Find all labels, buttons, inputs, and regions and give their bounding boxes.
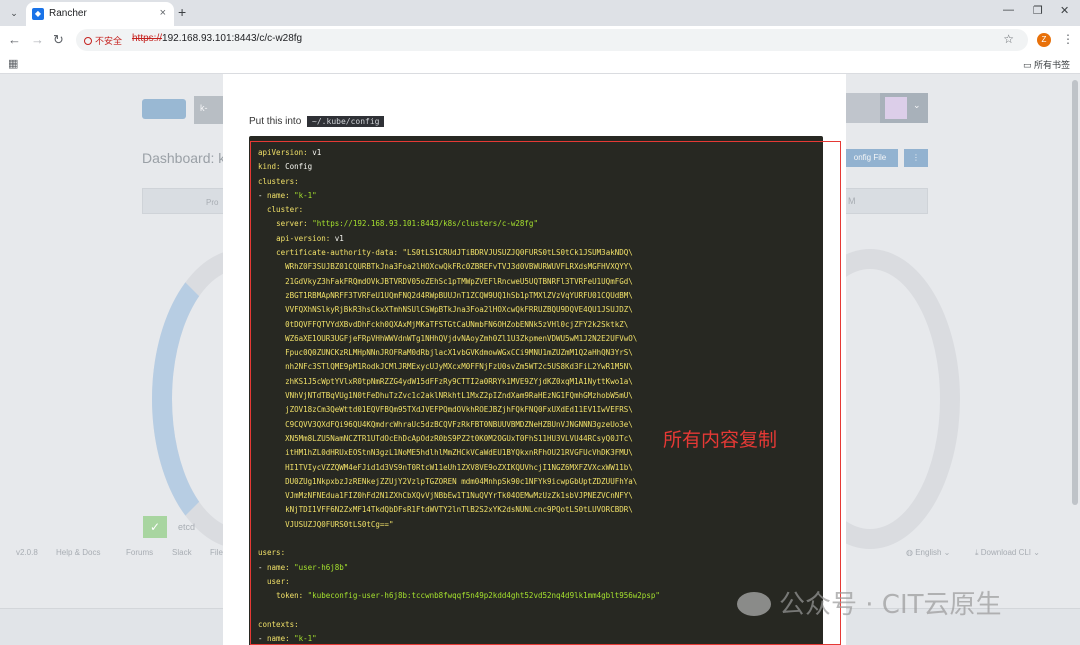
watermark: 公众号 · CIT云原生 (737, 584, 1002, 621)
footer-language-select[interactable]: ◍ English ⌄ (906, 548, 950, 557)
profile-avatar[interactable]: Z (1037, 33, 1051, 47)
annotation-highlight-box (250, 141, 841, 645)
forward-icon[interactable]: → (31, 32, 44, 48)
all-bookmarks[interactable]: ▭ 所有书签 (1023, 58, 1070, 71)
rancher-logo-icon (142, 99, 186, 119)
tab-search-icon[interactable]: ⌄ (6, 5, 22, 21)
kube-config-path: ~/.kube/config (307, 116, 385, 127)
wechat-icon (737, 592, 771, 616)
chevron-down-icon: ⌄ (913, 100, 921, 110)
new-tab-button[interactable]: + (178, 4, 186, 20)
footer-file-link[interactable]: File (210, 548, 223, 557)
bookmarks-bar: ▦ ▭ 所有书签 (0, 54, 1080, 74)
kubeconfig-file-button[interactable]: onfig File (842, 149, 898, 167)
page-title: Dashboard: k (142, 150, 226, 166)
footer-help-link[interactable]: Help & Docs (56, 548, 100, 557)
avatar-image (885, 97, 907, 119)
footer-forums-link[interactable]: Forums (126, 548, 153, 557)
strip-label-right: M (848, 196, 856, 206)
browser-tab-rancher[interactable]: ◆ Rancher × (26, 2, 174, 26)
etcd-status-label: etcd (178, 522, 196, 532)
minimize-icon[interactable]: — (1003, 4, 1014, 16)
address-bar[interactable]: 不安全 https://192.168.93.101:8443/c/c-w28f… (76, 29, 1028, 51)
apps-grid-icon[interactable]: ▦ (8, 57, 18, 70)
browser-menu-icon[interactable]: ⋮ (1062, 32, 1074, 46)
insecure-badge[interactable]: 不安全 (84, 34, 122, 47)
restore-icon[interactable]: ❐ (1033, 4, 1043, 17)
tab-close-icon[interactable]: × (160, 7, 166, 19)
page-scrollbar[interactable] (1072, 80, 1078, 505)
rancher-favicon-icon: ◆ (32, 8, 44, 20)
footer-version: v2.0.8 (16, 548, 38, 557)
modal-instruction: Put this into ~/.kube/config (249, 116, 385, 127)
more-actions-button[interactable]: ⋮ (904, 149, 928, 167)
browser-tab-bar: ⌄ ◆ Rancher × + — ❐ ✕ (0, 0, 1080, 26)
reload-icon[interactable]: ↻ (53, 32, 64, 48)
bookmark-star-icon[interactable]: ☆ (1003, 32, 1014, 46)
close-window-icon[interactable]: ✕ (1060, 4, 1069, 17)
check-icon: ✓ (143, 516, 167, 538)
warning-icon (84, 37, 92, 45)
url-text[interactable]: https://192.168.93.101:8443/c/c-w28fg (132, 33, 302, 44)
footer-download-cli[interactable]: ⤓ Download CLI ⌄ (975, 548, 1040, 558)
annotation-copy-all: 所有内容复制 (663, 429, 778, 451)
browser-toolbar: ← → ↻ 不安全 https://192.168.93.101:8443/c/… (0, 26, 1080, 54)
user-avatar[interactable]: ⌄ (880, 93, 928, 123)
cluster-switcher[interactable]: k- (194, 96, 226, 124)
footer-slack-link[interactable]: Slack (172, 548, 192, 557)
back-icon[interactable]: ← (8, 32, 21, 48)
strip-label-left: Pro (206, 198, 219, 207)
tab-title: Rancher (49, 8, 87, 19)
